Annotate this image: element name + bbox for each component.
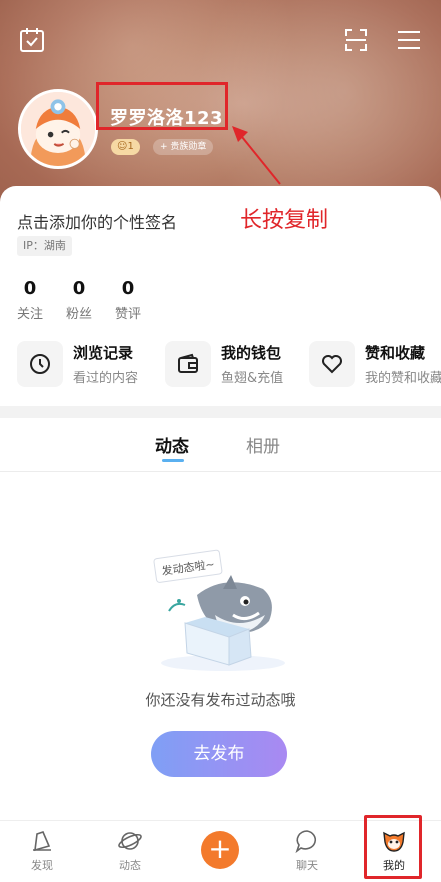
shortcut-wallet[interactable]: 我的钱包 鱼翅&充值 bbox=[165, 341, 283, 387]
username-highlight-box bbox=[96, 82, 228, 130]
nav-label: 聊天 bbox=[296, 859, 318, 872]
avatar[interactable] bbox=[18, 89, 98, 169]
stat-value: 0 bbox=[23, 278, 37, 299]
planet-icon bbox=[100, 827, 160, 855]
nav-item-chat[interactable]: 聊天 bbox=[277, 827, 337, 873]
smile-icon: ☺ bbox=[117, 141, 128, 152]
shortcut-browse-history[interactable]: 浏览记录 看过的内容 bbox=[17, 341, 138, 387]
stat-value: 0 bbox=[121, 278, 135, 299]
level-badge[interactable]: ☺1 bbox=[111, 139, 140, 155]
shortcut-title: 赞和收藏 bbox=[365, 344, 426, 362]
nav-label: 发现 bbox=[31, 859, 53, 872]
stat-likes[interactable]: 0 赞评 bbox=[115, 278, 142, 323]
shortcut-subtitle: 鱼翅&充值 bbox=[221, 371, 284, 386]
menu-icon[interactable] bbox=[395, 26, 423, 54]
nav-item-moments[interactable]: 动态 bbox=[100, 827, 160, 873]
ip-location-tag: IP：湖南 bbox=[17, 236, 72, 256]
tab-divider bbox=[0, 471, 441, 472]
chat-icon bbox=[277, 827, 337, 855]
wallet-icon bbox=[165, 341, 211, 387]
medal-badge[interactable]: + 贵族勋章 bbox=[153, 139, 214, 155]
shortcut-likes-favorites[interactable]: 赞和收藏 我的赞和收藏 bbox=[309, 341, 441, 387]
stat-label: 粉丝 bbox=[66, 307, 93, 322]
discover-icon bbox=[12, 827, 72, 855]
scan-icon[interactable] bbox=[342, 26, 370, 54]
stat-following[interactable]: 0 关注 bbox=[17, 278, 44, 323]
stat-label: 赞评 bbox=[115, 307, 142, 322]
plus-icon[interactable]: + bbox=[201, 831, 239, 869]
tab-active-indicator bbox=[162, 459, 184, 462]
shortcut-title: 浏览记录 bbox=[73, 344, 134, 362]
calendar-check-icon[interactable] bbox=[18, 26, 46, 54]
stat-label: 关注 bbox=[17, 307, 44, 322]
shortcut-subtitle: 我的赞和收藏 bbox=[365, 371, 441, 386]
mine-highlight-box bbox=[364, 815, 422, 879]
annotation-long-press-copy: 长按复制 bbox=[240, 208, 329, 233]
tab-moments[interactable]: 动态 bbox=[155, 432, 189, 457]
clock-icon bbox=[17, 341, 63, 387]
shortcut-subtitle: 看过的内容 bbox=[73, 371, 139, 386]
empty-state-shark-illustration: 发动态啦~ bbox=[153, 549, 285, 671]
publish-button[interactable]: 去发布 bbox=[151, 731, 287, 777]
signature[interactable]: 点击添加你的个性签名 bbox=[17, 209, 177, 233]
nav-item-discover[interactable]: 发现 bbox=[12, 827, 72, 873]
stat-value: 0 bbox=[72, 278, 86, 299]
shortcut-title: 我的钱包 bbox=[221, 344, 282, 362]
level-value: 1 bbox=[127, 141, 134, 152]
stat-followers[interactable]: 0 粉丝 bbox=[66, 278, 93, 323]
tab-album[interactable]: 相册 bbox=[246, 432, 280, 457]
heart-icon bbox=[309, 341, 355, 387]
section-divider bbox=[0, 406, 441, 418]
empty-state-message: 你还没有发布过动态哦 bbox=[145, 691, 296, 709]
nav-label: 动态 bbox=[119, 859, 141, 872]
annotation-arrow bbox=[232, 126, 281, 185]
